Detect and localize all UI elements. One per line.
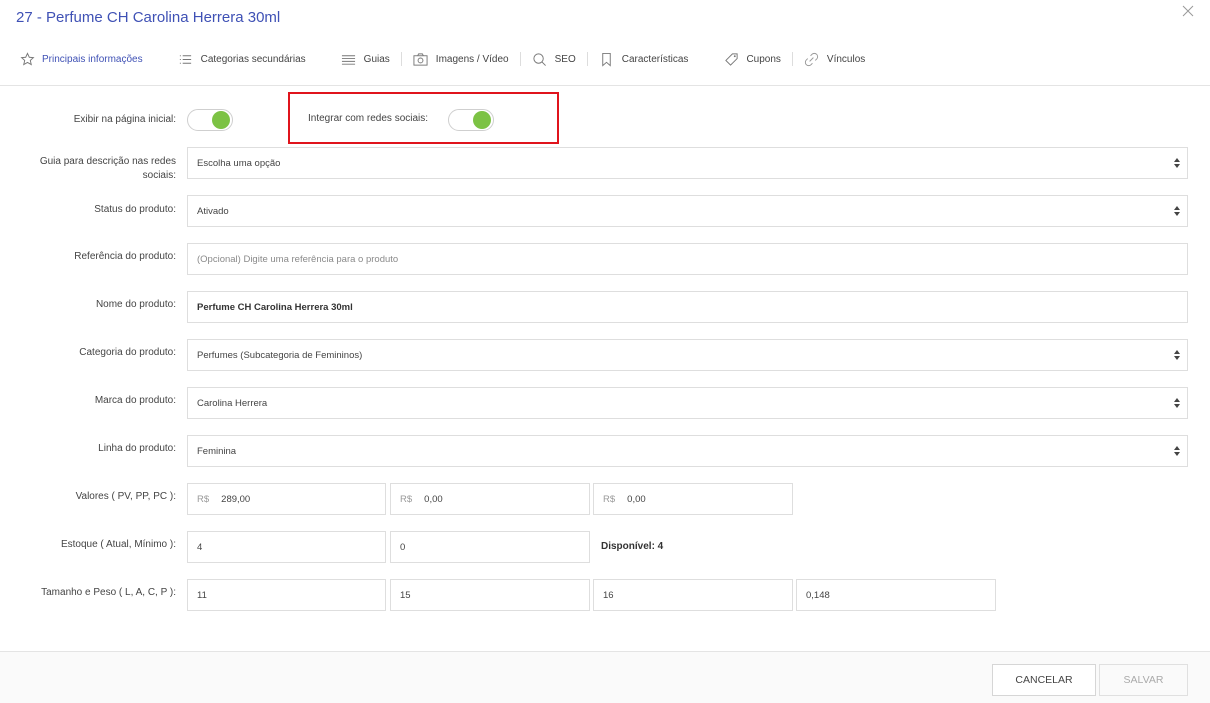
stock-current-input[interactable]: 4	[187, 531, 386, 563]
show-home-toggle[interactable]	[187, 109, 233, 131]
tab-label: Cupons	[746, 53, 781, 65]
status-label: Status do produto:	[94, 204, 176, 215]
tab-guias[interactable]: Guias	[341, 46, 390, 72]
category-select[interactable]: Perfumes (Subcategoria de Femininos)	[187, 339, 1188, 371]
name-value: Perfume CH Carolina Herrera 30ml	[197, 301, 353, 313]
select-arrows-icon	[1174, 158, 1180, 168]
cancel-button[interactable]: CANCELAR	[992, 664, 1096, 696]
price-pc-input[interactable]: R$ 0,00	[593, 483, 793, 515]
brand-select[interactable]: Carolina Herrera	[187, 387, 1188, 419]
show-home-label: Exibir na página inicial:	[73, 114, 176, 125]
tab-label: Imagens / Vídeo	[435, 53, 509, 65]
bookmark-icon	[599, 51, 615, 67]
tab-caracteristicas[interactable]: Características	[599, 46, 689, 72]
tab-label: Guias	[363, 53, 390, 65]
star-icon	[19, 51, 35, 67]
tab-vinculos[interactable]: Vínculos	[804, 46, 865, 72]
camera-icon	[413, 51, 429, 67]
tab-cupons[interactable]: Cupons	[723, 46, 781, 72]
brand-label: Marca do produto:	[94, 395, 176, 406]
tab-seo[interactable]: SEO	[532, 46, 576, 72]
guide-label: Guia para descrição nas redes sociais:	[39, 156, 176, 181]
reference-label: Referência do produto:	[74, 251, 176, 262]
tab-label: Características	[621, 53, 689, 65]
status-select[interactable]: Ativado	[187, 195, 1188, 227]
stock-current-value: 4	[197, 541, 203, 553]
currency-prefix: R$	[400, 493, 413, 505]
close-icon	[1182, 4, 1194, 21]
select-arrows-icon	[1174, 350, 1180, 360]
stock-label: Estoque ( Atual, Mínimo ):	[60, 539, 176, 550]
size-a-value: 15	[400, 589, 411, 601]
tab-principais-informacoes[interactable]: Principais informações	[19, 46, 143, 72]
tab-label: Vínculos	[826, 53, 866, 65]
tab-categorias-secundarias[interactable]: Categorias secundárias	[178, 46, 306, 72]
tag-icon	[723, 51, 739, 67]
search-icon	[532, 51, 548, 67]
line-value: Feminina	[197, 445, 237, 457]
name-input[interactable]: Perfume CH Carolina Herrera 30ml	[187, 291, 1188, 323]
stock-min-value: 0	[400, 541, 406, 553]
price-pc-value: 0,00	[627, 493, 646, 505]
close-button[interactable]	[1182, 4, 1198, 20]
tab-imagens-video[interactable]: Imagens / Vídeo	[413, 46, 509, 72]
select-arrows-icon	[1174, 446, 1180, 456]
select-arrows-icon	[1174, 398, 1180, 408]
header-divider	[0, 85, 1210, 86]
tab-label: SEO	[554, 53, 576, 65]
tab-label: Categorias secundárias	[200, 53, 306, 65]
available-stock: Disponível: 4	[601, 541, 664, 552]
tab-separator	[791, 52, 793, 66]
price-pp-value: 0,00	[424, 493, 443, 505]
category-label: Categoria do produto:	[79, 347, 176, 358]
weight-value: 0,148	[806, 589, 830, 601]
size-a-input[interactable]: 15	[390, 579, 590, 611]
tab-separator	[519, 52, 521, 66]
reference-input[interactable]: (Opcional) Digite uma referência para o …	[187, 243, 1188, 275]
link-icon	[804, 51, 820, 67]
size-c-value: 16	[603, 589, 614, 601]
tab-separator	[586, 52, 588, 66]
tab-bar: Principais informações Categorias secund…	[0, 46, 865, 72]
toggle-knob	[473, 111, 491, 129]
guide-value: Escolha uma opção	[197, 157, 281, 169]
reference-placeholder: (Opcional) Digite uma referência para o …	[197, 253, 399, 265]
size-label: Tamanho e Peso ( L, A, C, P ):	[41, 587, 176, 598]
price-pv-value: 289,00	[221, 493, 251, 505]
social-label: Integrar com redes sociais:	[308, 113, 429, 124]
list-icon	[178, 51, 194, 67]
size-l-input[interactable]: 11	[187, 579, 386, 611]
brand-value: Carolina Herrera	[197, 397, 268, 409]
category-value: Perfumes (Subcategoria de Femininos)	[197, 349, 363, 361]
currency-prefix: R$	[603, 493, 616, 505]
price-pv-input[interactable]: R$ 289,00	[187, 483, 386, 515]
status-value: Ativado	[197, 205, 229, 217]
line-select[interactable]: Feminina	[187, 435, 1188, 467]
social-toggle[interactable]	[448, 109, 494, 131]
price-pp-input[interactable]: R$ 0,00	[390, 483, 590, 515]
select-arrows-icon	[1174, 206, 1180, 216]
prices-label: Valores ( PV, PP, PC ):	[75, 491, 176, 502]
tab-separator	[400, 52, 402, 66]
save-button[interactable]: SALVAR	[1099, 664, 1188, 696]
lines-icon	[341, 51, 357, 67]
line-label: Linha do produto:	[98, 443, 176, 454]
size-l-value: 11	[197, 589, 207, 601]
guide-select[interactable]: Escolha uma opção	[187, 147, 1188, 179]
tab-label: Principais informações	[42, 53, 143, 65]
size-c-input[interactable]: 16	[593, 579, 793, 611]
name-label: Nome do produto:	[95, 299, 176, 310]
currency-prefix: R$	[197, 493, 210, 505]
toggle-knob	[212, 111, 230, 129]
page-title: 27 - Perfume CH Carolina Herrera 30ml	[16, 9, 281, 26]
stock-min-input[interactable]: 0	[390, 531, 590, 563]
weight-input[interactable]: 0,148	[796, 579, 996, 611]
